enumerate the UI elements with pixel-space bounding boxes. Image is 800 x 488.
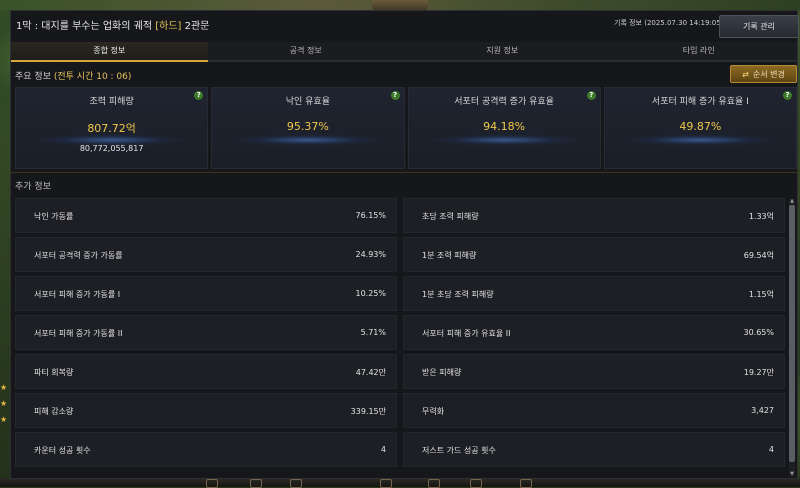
stat-value: 1.15억 bbox=[748, 290, 774, 299]
stat-card-support-damage-efficiency: 서포터 피해 증가 유효율 I ? 49.87% bbox=[603, 87, 797, 169]
extra-info-grid: 낙인 가동률 76.15% 서포터 공격력 증가 가동률 24.93% 서포터 피해… bbox=[15, 198, 785, 478]
scrollbar[interactable]: ▲ ▼ bbox=[789, 199, 795, 477]
record-info: 기록 정보 (2025.07.30 14:19:05) bbox=[614, 19, 724, 27]
stat-card-label: 낙인 유효율 bbox=[285, 97, 330, 107]
stat-card-value: 95.37% bbox=[286, 120, 329, 133]
gate-label: 2관문 bbox=[184, 21, 210, 32]
stat-value: 30.65% bbox=[743, 328, 774, 337]
stat-name: 서포터 피해 증가 가동률 II bbox=[34, 329, 123, 338]
stat-card-subvalue: 80,772,055,817 bbox=[79, 144, 144, 153]
stat-value: 1.33억 bbox=[748, 212, 774, 221]
tab-attack[interactable]: 공격 정보 bbox=[207, 42, 404, 62]
card-glow bbox=[427, 134, 581, 146]
stat-card-label: 서포터 피해 증가 유효율 I bbox=[651, 97, 749, 107]
stat-name: 서포터 공격력 증가 가동률 bbox=[34, 251, 123, 260]
table-row: 피해 감소량 339.15만 bbox=[15, 393, 397, 428]
table-row: 서포터 피해 증가 가동률 II 5.71% bbox=[15, 315, 397, 350]
stat-name: 초당 조력 피해량 bbox=[422, 212, 479, 221]
stat-name: 저스트 가드 성공 횟수 bbox=[422, 446, 496, 455]
stat-value: 4 bbox=[768, 445, 774, 454]
table-row: 무력화 3,427 bbox=[403, 393, 785, 428]
table-row: 받은 피해량 19.27만 bbox=[403, 354, 785, 389]
stat-card-value: 807.72억 bbox=[87, 122, 136, 135]
stat-name: 서포터 피해 증가 유효율 II bbox=[422, 329, 511, 338]
difficulty-label: [하드] bbox=[155, 21, 182, 32]
tab-summary[interactable]: 종합 정보 bbox=[11, 42, 208, 62]
main-stat-cards: 조력 피해량 ? 807.72억 80,772,055,817 낙인 유효율 ?… bbox=[15, 87, 797, 169]
stat-value: 10.25% bbox=[355, 289, 386, 298]
tab-support[interactable]: 지원 정보 bbox=[404, 42, 601, 62]
table-row: 서포터 피해 증가 유효율 II 30.65% bbox=[403, 315, 785, 350]
battle-time: (전투 시간 10 : 06) bbox=[53, 72, 132, 82]
main-info-label: 주요 정보 bbox=[15, 72, 51, 82]
card-glow bbox=[623, 134, 777, 146]
table-row: 서포터 공격력 증가 가동률 24.93% bbox=[15, 237, 397, 272]
star-icon: ★ bbox=[0, 399, 8, 408]
record-manage-button[interactable]: 기록 관리 bbox=[719, 15, 799, 38]
scrollbar-thumb[interactable] bbox=[789, 205, 795, 462]
tab-bar: 종합 정보 공격 정보 지원 정보 타임 라인 bbox=[11, 42, 797, 62]
stat-card-value: 94.18% bbox=[483, 120, 526, 133]
stat-value: 19.27만 bbox=[743, 368, 774, 377]
stat-card-value: 49.87% bbox=[679, 120, 722, 133]
stat-name: 서포터 피해 증가 가동률 I bbox=[34, 290, 121, 299]
stat-name: 피해 감소량 bbox=[34, 407, 74, 416]
card-glow bbox=[231, 134, 385, 146]
table-row: 서포터 피해 증가 가동률 I 10.25% bbox=[15, 276, 397, 311]
stat-name: 카운터 성공 횟수 bbox=[34, 446, 91, 455]
main-info-header: 주요 정보 (전투 시간 10 : 06) bbox=[15, 69, 131, 82]
star-icon: ★ bbox=[0, 415, 8, 424]
scroll-down-icon[interactable]: ▼ bbox=[789, 472, 795, 477]
stat-value: 24.93% bbox=[355, 250, 386, 259]
stat-value: 3,427 bbox=[751, 406, 774, 415]
stat-card-support-attack-efficiency: 서포터 공격력 증가 유효율 ? 94.18% bbox=[407, 87, 601, 169]
extra-info-label: 추가 정보 bbox=[15, 182, 51, 192]
help-icon[interactable]: ? bbox=[586, 91, 596, 100]
stat-value: 76.15% bbox=[355, 211, 386, 220]
stat-name: 무력화 bbox=[422, 407, 445, 416]
table-row: 1분 초당 조력 피해량 1.15억 bbox=[403, 276, 785, 311]
help-icon[interactable]: ? bbox=[783, 91, 792, 100]
window-title: 1막 : 대지를 부수는 업화의 궤적 [하드] 2관문 bbox=[16, 17, 209, 32]
table-row: 카운터 성공 횟수 4 bbox=[15, 432, 397, 467]
star-icon: ★ bbox=[0, 383, 8, 392]
scroll-up-icon[interactable]: ▲ bbox=[789, 199, 795, 204]
tab-timeline[interactable]: 타임 라인 bbox=[600, 42, 797, 62]
swap-arrows-icon: ⇄ bbox=[742, 70, 749, 79]
table-row: 초당 조력 피해량 1.33억 bbox=[403, 198, 785, 233]
stat-value: 5.71% bbox=[360, 328, 386, 337]
stat-value: 4 bbox=[380, 445, 386, 454]
stat-value: 69.54억 bbox=[743, 251, 774, 260]
window-header: 1막 : 대지를 부수는 업화의 궤적 [하드] 2관문 기록 정보 (2025… bbox=[11, 11, 799, 41]
stat-name: 파티 회복량 bbox=[34, 368, 74, 377]
table-row: 1분 조력 피해량 69.54억 bbox=[403, 237, 785, 272]
table-row: 파티 회복량 47.42만 bbox=[15, 354, 397, 389]
table-row: 낙인 가동률 76.15% bbox=[15, 198, 397, 233]
divider bbox=[11, 172, 797, 173]
stat-card-brand-efficiency: 낙인 유효율 ? 95.37% bbox=[211, 87, 405, 169]
sort-order-button[interactable]: ⇄ 순서 변경 bbox=[730, 65, 797, 83]
left-edge-hud: ★ ★ ★ bbox=[0, 380, 10, 428]
stat-name: 낙인 가동률 bbox=[34, 212, 74, 221]
sort-order-label: 순서 변경 bbox=[752, 70, 785, 79]
help-icon[interactable]: ? bbox=[390, 91, 400, 100]
stat-value: 339.15만 bbox=[350, 407, 386, 416]
stat-name: 받은 피해량 bbox=[422, 368, 462, 377]
table-row: 저스트 가드 성공 횟수 4 bbox=[403, 432, 785, 467]
raid-name: 1막 : 대지를 부수는 업화의 궤적 bbox=[16, 21, 153, 32]
hud-bottom-bar bbox=[0, 478, 800, 488]
stat-card-assist-damage: 조력 피해량 ? 807.72억 80,772,055,817 bbox=[15, 87, 209, 169]
stat-card-label: 서포터 공격력 증가 유효율 bbox=[454, 97, 554, 107]
stat-name: 1분 조력 피해량 bbox=[422, 251, 477, 260]
battle-record-window: 1막 : 대지를 부수는 업화의 궤적 [하드] 2관문 기록 정보 (2025… bbox=[10, 10, 799, 479]
stat-card-label: 조력 피해량 bbox=[89, 97, 134, 107]
stat-name: 1분 초당 조력 피해량 bbox=[422, 290, 494, 299]
stat-value: 47.42만 bbox=[355, 368, 386, 377]
